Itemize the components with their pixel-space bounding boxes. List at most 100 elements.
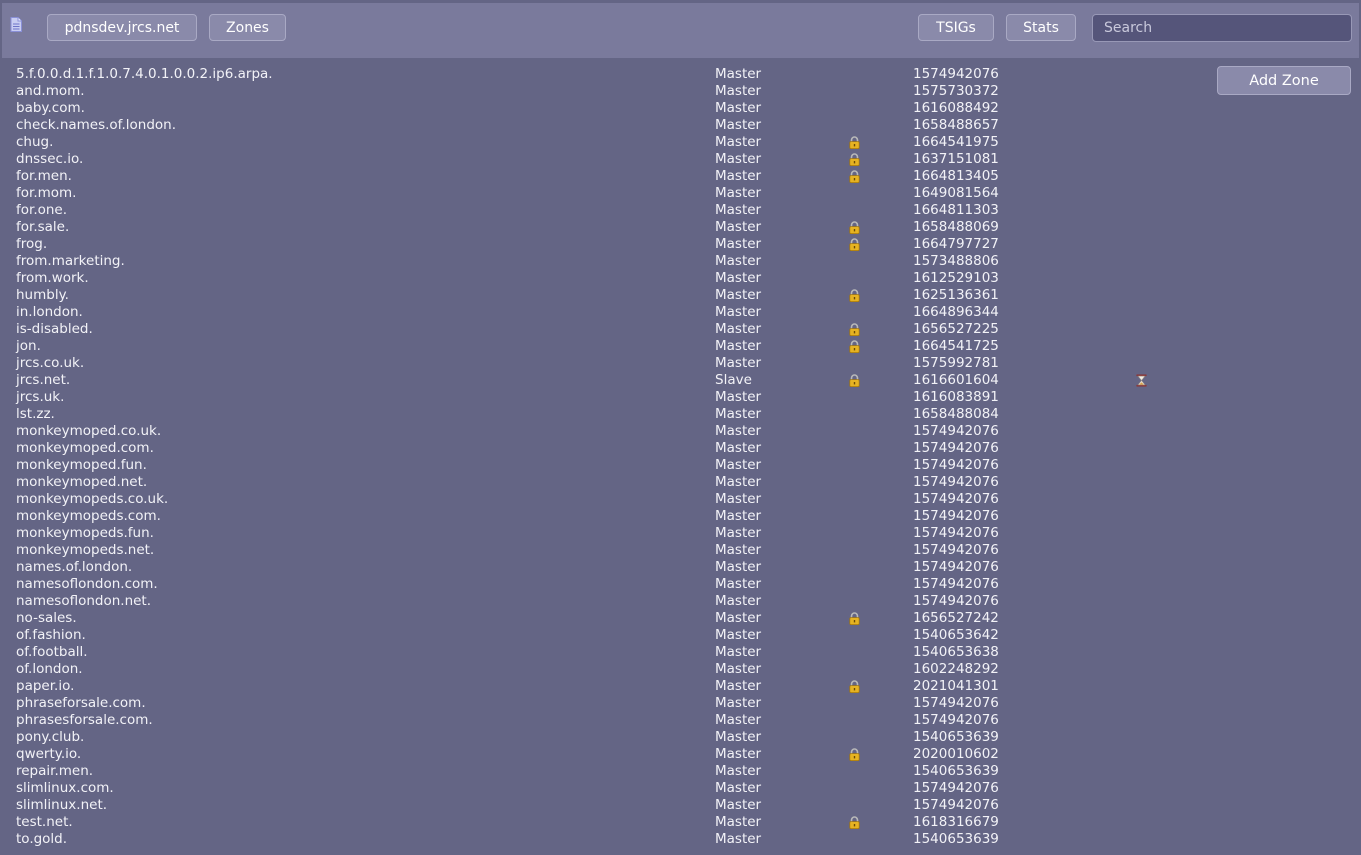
zone-row[interactable]: frog. Master 1664797727 <box>0 236 1361 253</box>
zone-name[interactable]: frog. <box>16 236 47 253</box>
zone-name[interactable]: jon. <box>16 338 41 355</box>
zone-name[interactable]: is-disabled. <box>16 321 93 338</box>
zone-row[interactable]: of.football. Master 1540653638 <box>0 644 1361 661</box>
zone-row[interactable]: dnssec.io. Master 1637151081 <box>0 151 1361 168</box>
zone-name[interactable]: for.one. <box>16 202 67 219</box>
zones-button[interactable]: Zones <box>209 14 286 41</box>
zone-name[interactable]: lst.zz. <box>16 406 55 423</box>
zone-name[interactable]: monkeymoped.net. <box>16 474 147 491</box>
zone-name[interactable]: slimlinux.com. <box>16 780 114 797</box>
search-input[interactable] <box>1092 14 1352 42</box>
zone-name[interactable]: of.football. <box>16 644 88 661</box>
zone-row[interactable]: phrasesforsale.com. Master 1574942076 <box>0 712 1361 729</box>
zone-row[interactable]: for.one. Master 1664811303 <box>0 202 1361 219</box>
server-button[interactable]: pdnsdev.jrcs.net <box>47 14 197 41</box>
zone-row[interactable]: monkeymoped.com. Master 1574942076 <box>0 440 1361 457</box>
zone-serial: 1574942076 <box>913 712 999 728</box>
zone-name[interactable]: for.sale. <box>16 219 69 236</box>
zone-serial: 1656527242 <box>913 610 999 626</box>
zone-name[interactable]: humbly. <box>16 287 69 304</box>
zone-name[interactable]: repair.men. <box>16 763 93 780</box>
zone-name[interactable]: phrasesforsale.com. <box>16 712 153 729</box>
zone-name[interactable]: monkeymoped.com. <box>16 440 154 457</box>
zone-row[interactable]: in.london. Master 1664896344 <box>0 304 1361 321</box>
zone-row[interactable]: is-disabled. Master 1656527225 <box>0 321 1361 338</box>
zone-row[interactable]: no-sales. Master 1656527242 <box>0 610 1361 627</box>
zone-name[interactable]: chug. <box>16 134 53 151</box>
zone-row[interactable]: monkeymopeds.net. Master 1574942076 <box>0 542 1361 559</box>
tsigs-button[interactable]: TSIGs <box>918 14 994 41</box>
zone-row[interactable]: from.marketing. Master 1573488806 <box>0 253 1361 270</box>
zone-row[interactable]: to.gold. Master 1540653639 <box>0 831 1361 848</box>
zone-name[interactable]: no-sales. <box>16 610 77 627</box>
zone-name[interactable]: monkeymopeds.co.uk. <box>16 491 168 508</box>
zone-row[interactable]: lst.zz. Master 1658488084 <box>0 406 1361 423</box>
zone-row[interactable]: check.names.of.london. Master 1658488657 <box>0 117 1361 134</box>
zone-row[interactable]: baby.com. Master 1616088492 <box>0 100 1361 117</box>
zone-row[interactable]: jrcs.uk. Master 1616083891 <box>0 389 1361 406</box>
zone-name[interactable]: 5.f.0.0.d.1.f.1.0.7.4.0.1.0.0.2.ip6.arpa… <box>16 66 273 83</box>
zone-row[interactable]: jrcs.co.uk. Master 1575992781 <box>0 355 1361 372</box>
zone-name[interactable]: monkeymopeds.net. <box>16 542 154 559</box>
zone-row[interactable]: of.london. Master 1602248292 <box>0 661 1361 678</box>
zone-row[interactable]: phraseforsale.com. Master 1574942076 <box>0 695 1361 712</box>
zone-row[interactable]: and.mom. Master 1575730372 <box>0 83 1361 100</box>
zone-name[interactable]: phraseforsale.com. <box>16 695 146 712</box>
zone-name[interactable]: dnssec.io. <box>16 151 83 168</box>
zone-name[interactable]: for.men. <box>16 168 72 185</box>
zone-row[interactable]: monkeymoped.co.uk. Master 1574942076 <box>0 423 1361 440</box>
zone-row[interactable]: 5.f.0.0.d.1.f.1.0.7.4.0.1.0.0.2.ip6.arpa… <box>0 66 1361 83</box>
zone-row[interactable]: monkeymopeds.com. Master 1574942076 <box>0 508 1361 525</box>
zone-row[interactable]: names.of.london. Master 1574942076 <box>0 559 1361 576</box>
zone-name[interactable]: slimlinux.net. <box>16 797 107 814</box>
zone-name[interactable]: for.mom. <box>16 185 76 202</box>
zone-name[interactable]: jrcs.co.uk. <box>16 355 84 372</box>
zone-row[interactable]: jon. Master 1664541725 <box>0 338 1361 355</box>
zone-name[interactable]: test.net. <box>16 814 73 831</box>
zone-name[interactable]: in.london. <box>16 304 83 321</box>
zone-name[interactable]: namesoflondon.com. <box>16 576 158 593</box>
zone-row[interactable]: pony.club. Master 1540653639 <box>0 729 1361 746</box>
zone-row[interactable]: for.sale. Master 1658488069 <box>0 219 1361 236</box>
zone-row[interactable]: monkeymopeds.fun. Master 1574942076 <box>0 525 1361 542</box>
zone-row[interactable]: test.net. Master 1618316679 <box>0 814 1361 831</box>
zone-name[interactable]: baby.com. <box>16 100 85 117</box>
zone-name[interactable]: monkeymoped.fun. <box>16 457 147 474</box>
zone-name[interactable]: of.london. <box>16 661 83 678</box>
stats-button[interactable]: Stats <box>1006 14 1076 41</box>
zone-row[interactable]: namesoflondon.com. Master 1574942076 <box>0 576 1361 593</box>
zone-name[interactable]: jrcs.uk. <box>16 389 64 406</box>
zone-name[interactable]: names.of.london. <box>16 559 132 576</box>
zone-name[interactable]: and.mom. <box>16 83 85 100</box>
zone-row[interactable]: namesoflondon.net. Master 1574942076 <box>0 593 1361 610</box>
zone-name[interactable]: to.gold. <box>16 831 67 848</box>
zone-row[interactable]: for.men. Master 1664813405 <box>0 168 1361 185</box>
zone-row[interactable]: paper.io. Master 2021041301 <box>0 678 1361 695</box>
zone-name[interactable]: namesoflondon.net. <box>16 593 151 610</box>
zone-name[interactable]: from.work. <box>16 270 89 287</box>
zone-name[interactable]: paper.io. <box>16 678 74 695</box>
zone-name[interactable]: pony.club. <box>16 729 84 746</box>
zone-row[interactable]: from.work. Master 1612529103 <box>0 270 1361 287</box>
zone-row[interactable]: chug. Master 1664541975 <box>0 134 1361 151</box>
zone-row[interactable]: monkeymoped.net. Master 1574942076 <box>0 474 1361 491</box>
zone-row[interactable]: monkeymopeds.co.uk. Master 1574942076 <box>0 491 1361 508</box>
zone-name[interactable]: monkeymoped.co.uk. <box>16 423 161 440</box>
zone-name[interactable]: qwerty.io. <box>16 746 81 763</box>
zone-name[interactable]: monkeymopeds.com. <box>16 508 161 525</box>
zone-row[interactable]: slimlinux.net. Master 1574942076 <box>0 797 1361 814</box>
zone-name[interactable]: monkeymopeds.fun. <box>16 525 154 542</box>
zone-name[interactable]: jrcs.net. <box>16 372 70 389</box>
document-icon[interactable] <box>10 17 22 32</box>
zone-name[interactable]: from.marketing. <box>16 253 125 270</box>
zone-row[interactable]: qwerty.io. Master 2020010602 <box>0 746 1361 763</box>
zone-row[interactable]: monkeymoped.fun. Master 1574942076 <box>0 457 1361 474</box>
zone-row[interactable]: of.fashion. Master 1540653642 <box>0 627 1361 644</box>
zone-row[interactable]: repair.men. Master 1540653639 <box>0 763 1361 780</box>
zone-row[interactable]: for.mom. Master 1649081564 <box>0 185 1361 202</box>
zone-name[interactable]: of.fashion. <box>16 627 86 644</box>
zone-name[interactable]: check.names.of.london. <box>16 117 176 134</box>
zone-row[interactable]: jrcs.net. Slave 1616601604 <box>0 372 1361 389</box>
zone-row[interactable]: slimlinux.com. Master 1574942076 <box>0 780 1361 797</box>
zone-row[interactable]: humbly. Master 1625136361 <box>0 287 1361 304</box>
